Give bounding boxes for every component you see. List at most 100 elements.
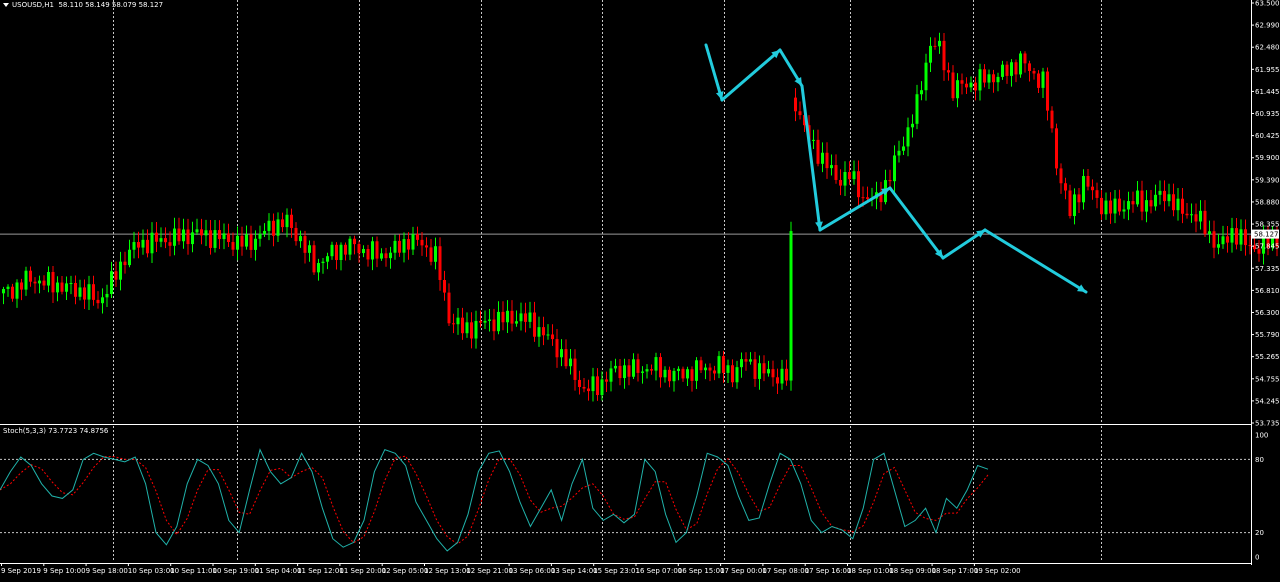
candle-body xyxy=(411,234,415,250)
candle-body xyxy=(668,369,671,382)
price-tick-label: 53.735 xyxy=(1255,420,1280,428)
candle-body xyxy=(177,228,181,242)
candle-body xyxy=(515,321,518,324)
candle-body xyxy=(447,292,451,324)
candle-body xyxy=(740,359,743,368)
price-tick-label: 60.425 xyxy=(1255,132,1280,140)
candle-body xyxy=(236,235,239,250)
candle-body xyxy=(474,320,478,339)
time-tick-label: 11 Sep 04:00 xyxy=(255,567,302,575)
candle-body xyxy=(119,261,122,280)
candle-body xyxy=(717,356,721,374)
time-tick-label: 10 Sep 19:00 xyxy=(213,567,260,575)
candle-body xyxy=(1046,71,1049,111)
candle-body xyxy=(456,317,460,325)
candle-body xyxy=(560,349,563,358)
candle-body xyxy=(573,358,577,380)
time-tick-label: 10 Sep 11:00 xyxy=(170,567,217,575)
candle-body xyxy=(114,271,118,280)
candle-body xyxy=(1221,236,1225,245)
candle-body xyxy=(65,283,68,292)
candle-body xyxy=(438,246,442,280)
time-tick-label: 15 Sep 23:01 xyxy=(593,567,640,575)
time-tick-label: 12 Sep 13:00 xyxy=(424,567,471,575)
candle-body xyxy=(605,379,608,382)
candle-body xyxy=(1127,201,1130,210)
candle-body xyxy=(321,261,325,264)
candle-body xyxy=(51,271,55,293)
candle-body xyxy=(785,368,788,381)
candle-body xyxy=(794,97,797,112)
candle-body xyxy=(915,94,919,124)
candle-body xyxy=(272,220,275,236)
candle-body xyxy=(15,282,19,299)
candle-body xyxy=(834,165,838,180)
candle-body xyxy=(353,238,356,245)
time-tick-label: 9 Sep 2019 xyxy=(1,567,41,575)
candle-body xyxy=(1230,228,1234,243)
candle-body xyxy=(902,146,905,151)
candle-body xyxy=(56,282,59,293)
candle-body xyxy=(1131,201,1135,205)
chart-canvas[interactable]: 63.500 62.990 62.480 61.955 61.445 60.935 60.4… xyxy=(0,0,1280,578)
candle-body xyxy=(231,242,235,250)
candle-body xyxy=(60,282,64,292)
candle-body xyxy=(933,45,937,47)
price-tick-label: 59.900 xyxy=(1255,154,1280,162)
candle-body xyxy=(578,379,581,388)
candle-body xyxy=(1001,64,1004,77)
candle-body xyxy=(389,252,392,259)
candle-body xyxy=(1176,198,1180,211)
time-tick-label: 9 Sep 18:00 xyxy=(86,567,128,575)
candle-body xyxy=(645,369,649,372)
candle-body xyxy=(1091,186,1094,191)
candle-body xyxy=(690,369,694,381)
candle-body xyxy=(110,271,113,294)
candle-body xyxy=(812,139,815,141)
candle-body xyxy=(510,310,514,324)
candle-body xyxy=(1037,73,1040,88)
candle-body xyxy=(38,280,41,284)
candle-body xyxy=(929,45,932,63)
candle-body xyxy=(1109,200,1112,214)
candle-body xyxy=(74,283,77,297)
candle-body xyxy=(762,363,766,374)
candle-body xyxy=(992,74,995,83)
candle-body xyxy=(267,220,271,231)
candle-body xyxy=(938,40,941,47)
candle-body xyxy=(141,239,145,248)
candle-body xyxy=(699,360,703,371)
candle-body xyxy=(659,357,662,378)
candle-body xyxy=(816,139,820,164)
candle-body xyxy=(1145,200,1148,212)
candle-body xyxy=(641,371,644,373)
candle-body xyxy=(488,319,491,321)
candle-body xyxy=(1014,62,1018,75)
candle-body xyxy=(285,214,289,228)
candle-body xyxy=(542,327,545,336)
candle-body xyxy=(564,349,568,367)
price-tick-label: 58.355 xyxy=(1255,221,1280,229)
candle-body xyxy=(681,368,685,379)
candle-body xyxy=(29,270,32,282)
candle-body xyxy=(848,171,851,180)
candle-body xyxy=(1055,128,1058,169)
candle-body xyxy=(1064,183,1067,191)
chart-root[interactable]: 63.500 62.990 62.480 61.955 61.445 60.935 60.4… xyxy=(0,0,1280,578)
candle-body xyxy=(1226,236,1229,243)
candle-body xyxy=(537,327,541,337)
dropdown-triangle-icon[interactable] xyxy=(3,3,9,7)
candle-body xyxy=(96,299,100,304)
candle-body xyxy=(1095,190,1099,198)
candle-body xyxy=(555,339,559,358)
candle-body xyxy=(924,62,928,91)
candle-body xyxy=(767,369,770,374)
candle-body xyxy=(249,234,253,250)
candle-body xyxy=(317,263,320,273)
candle-body xyxy=(443,279,446,293)
price-tick-label: 61.445 xyxy=(1255,88,1280,96)
candle-body xyxy=(1068,190,1072,217)
candle-body xyxy=(677,368,680,371)
candle-body xyxy=(222,233,226,240)
candle-body xyxy=(348,238,352,255)
